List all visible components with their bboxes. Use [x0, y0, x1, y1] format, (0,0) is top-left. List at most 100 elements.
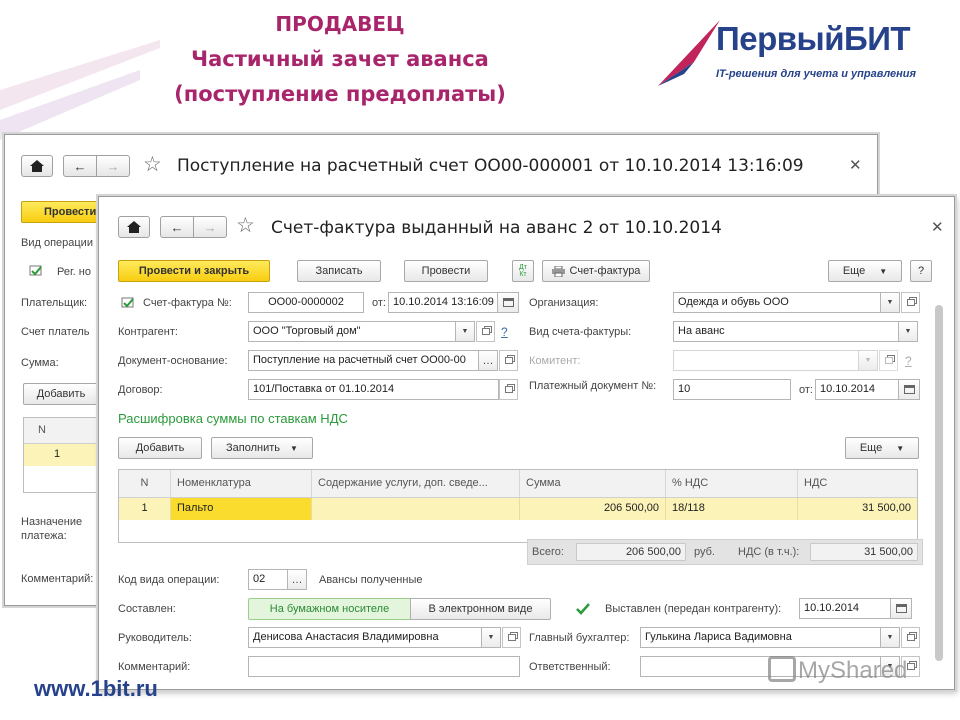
currency-label: руб.	[694, 546, 715, 558]
payer-label: Плательщик:	[21, 297, 88, 309]
forward-button[interactable]: →	[193, 216, 227, 238]
cell-n: 1	[119, 498, 171, 520]
committent-dropdown-button[interactable]: ▼	[859, 350, 878, 371]
chevron-down-icon: ▼	[487, 634, 495, 641]
comment-field[interactable]	[248, 656, 520, 677]
organization-dropdown-button[interactable]: ▼	[881, 292, 900, 313]
column-header-vat[interactable]: НДС	[798, 470, 917, 497]
organization-open-button[interactable]	[901, 292, 920, 313]
open-window-icon	[507, 634, 516, 641]
vertical-scrollbar[interactable]	[935, 305, 943, 661]
invoice-date-from-label: от:	[372, 297, 386, 309]
close-icon[interactable]: ✕	[931, 218, 944, 236]
committent-label: Комитент:	[529, 355, 581, 367]
amount-label: Сумма:	[21, 357, 59, 369]
sent-date-field[interactable]: 10.10.2014	[799, 598, 891, 619]
organization-field[interactable]: Одежда и обувь ООО	[673, 292, 881, 313]
post-button[interactable]: Провести	[404, 260, 488, 282]
cell-item[interactable]: Пальто	[171, 498, 312, 520]
column-header-amount[interactable]: Сумма	[520, 470, 666, 497]
arrow-left-icon: ←	[73, 158, 87, 174]
committent-open-button[interactable]	[879, 350, 898, 371]
open-window-icon	[906, 634, 915, 641]
organization-label: Организация:	[529, 297, 599, 309]
vat-fill-button[interactable]: Заполнить ▼	[211, 437, 313, 459]
payment-document-date-field[interactable]: 10.10.2014	[815, 379, 899, 400]
column-header-n[interactable]: N	[119, 470, 171, 497]
invoice-date-field[interactable]: 10.10.2014 13:16:09	[388, 292, 498, 313]
head-dropdown-button[interactable]: ▼	[482, 627, 501, 648]
favorite-star-icon[interactable]: ☆	[143, 152, 162, 177]
sent-date-calendar-button[interactable]	[891, 598, 912, 619]
back-table-row[interactable]: 1	[24, 444, 98, 466]
front-window-title: Счет-фактура выданный на аванс 2 от 10.1…	[271, 218, 722, 238]
vat-more-button[interactable]: Еще ▼	[845, 437, 919, 459]
more-actions-label: Еще	[842, 265, 866, 277]
operation-code-select-button[interactable]: …	[288, 569, 307, 590]
favorite-star-icon[interactable]: ☆	[236, 213, 255, 238]
committent-help-link[interactable]: ?	[905, 354, 912, 368]
payment-document-calendar-button[interactable]	[899, 379, 920, 400]
total-label: Всего:	[532, 546, 564, 558]
payment-document-number-field[interactable]: 10	[673, 379, 791, 400]
add-row-button[interactable]: Добавить	[23, 383, 99, 405]
column-header-item[interactable]: Номенклатура	[171, 470, 312, 497]
column-header-vat-rate[interactable]: % НДС	[666, 470, 798, 497]
head-open-button[interactable]	[502, 627, 521, 648]
ellipsis-icon: …	[291, 573, 303, 586]
committent-field[interactable]	[673, 350, 859, 371]
home-button[interactable]	[118, 216, 150, 238]
back-button[interactable]: ←	[160, 216, 194, 238]
table-row[interactable]: 1 Пальто 206 500,00 18/118 31 500,00	[119, 498, 917, 520]
close-icon[interactable]: ✕	[849, 156, 862, 174]
counterparty-open-button[interactable]	[476, 321, 495, 342]
base-document-select-button[interactable]: …	[479, 350, 498, 371]
cell-content[interactable]	[312, 498, 520, 520]
invoice-number-field[interactable]: ОО00-0000002	[248, 292, 364, 313]
chief-accountant-open-button[interactable]	[901, 627, 920, 648]
open-window-icon	[504, 386, 513, 393]
base-document-open-button[interactable]	[499, 350, 518, 371]
chief-accountant-field[interactable]: Гулькина Лариса Вадимовна	[640, 627, 881, 648]
chevron-down-icon: ▼	[864, 357, 872, 364]
chevron-down-icon: ▼	[461, 328, 469, 335]
invoice-date-calendar-button[interactable]	[498, 292, 519, 313]
help-button[interactable]: ?	[910, 260, 932, 282]
chief-accountant-dropdown-button[interactable]: ▼	[881, 627, 900, 648]
document-check-icon	[121, 297, 134, 308]
invoice-type-field[interactable]: На аванс	[673, 321, 899, 342]
logo-tagline: IT-решения для учета и управления	[716, 68, 916, 80]
column-header-content[interactable]: Содержание услуги, доп. сведе...	[312, 470, 520, 497]
dt-kt-button[interactable]: Дт Кт	[512, 260, 534, 282]
paper-medium-toggle[interactable]: На бумажном носителе	[248, 598, 411, 620]
back-table-header-n: N	[24, 418, 98, 444]
save-button[interactable]: Записать	[297, 260, 381, 282]
contract-field[interactable]: 101/Поставка от 01.10.2014	[248, 379, 499, 400]
print-invoice-button[interactable]: Счет-фактура	[542, 260, 650, 282]
counterparty-dropdown-button[interactable]: ▼	[456, 321, 475, 342]
home-button[interactable]	[21, 155, 53, 177]
operation-code-field[interactable]: 02	[248, 569, 288, 590]
issued-label: Составлен:	[118, 603, 176, 615]
forward-button[interactable]: →	[96, 155, 130, 177]
logo-name: ПервыйБИТ	[716, 20, 911, 57]
total-value: 206 500,00	[576, 543, 686, 561]
cell-vat-rate[interactable]: 18/118	[666, 498, 798, 520]
cell-vat[interactable]: 31 500,00	[798, 498, 917, 520]
sent-checkbox-icon[interactable]	[576, 602, 590, 616]
invoice-type-dropdown-button[interactable]: ▼	[899, 321, 918, 342]
electronic-medium-toggle[interactable]: В электронном виде	[410, 598, 551, 620]
back-button[interactable]: ←	[63, 155, 97, 177]
vat-add-button[interactable]: Добавить	[118, 437, 202, 459]
contract-open-button[interactable]	[499, 379, 518, 400]
vat-table: N Номенклатура Содержание услуги, доп. с…	[118, 469, 918, 543]
post-and-close-button[interactable]: Провести и закрыть	[118, 260, 270, 282]
counterparty-field[interactable]: ООО "Торговый дом"	[248, 321, 456, 342]
head-label: Руководитель:	[118, 632, 192, 644]
counterparty-help-link[interactable]: ?	[501, 325, 508, 339]
head-field[interactable]: Денисова Анастасия Владимировна	[248, 627, 482, 648]
cell-amount[interactable]: 206 500,00	[520, 498, 666, 520]
base-document-field[interactable]: Поступление на расчетный счет ОО00-00	[248, 350, 479, 371]
more-actions-button[interactable]: Еще ▼	[828, 260, 902, 282]
vat-total-label: НДС (в т.ч.):	[738, 546, 800, 558]
